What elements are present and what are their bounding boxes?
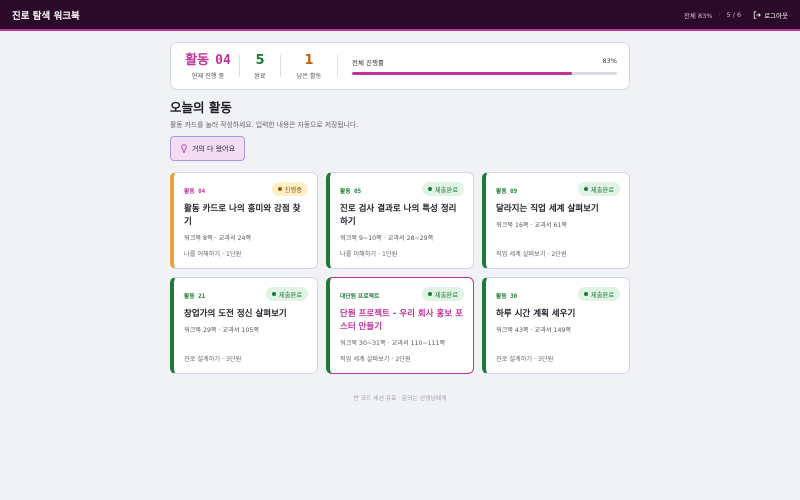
card-unit: 나를 이해하기 · 1단원 [340,251,398,258]
remaining-caption: 남은 활동 [296,72,322,80]
current-activity-caption: 현재 진행 중 [191,72,225,80]
activity-card[interactable]: 활동 09 제출완료 달라지는 직업 세계 살펴보기 워크북 16쪽 · 교과서… [482,172,630,269]
activity-card[interactable]: 활동 21 제출완료 창업가의 도전 정신 살펴보기 워크북 29쪽 · 교과서… [170,277,318,374]
status-badge-label: 진행중 [284,186,302,194]
card-unit: 진로 설계하기 · 3단원 [184,356,242,363]
divider [337,55,338,77]
progress-track [352,72,617,75]
progress-fill [352,72,572,75]
logout-label: 로그아웃 [764,11,788,20]
current-activity-stat: 활동 04 현재 진행 중 [183,53,233,80]
activity-card[interactable]: 활동 04 진행중 활동 카드로 나의 흥미와 강점 찾기 워크북 8쪽 · 교… [170,172,318,269]
card-meta: 워크북 16쪽 · 교과서 61쪽 [496,222,568,229]
status-dot-icon [271,292,276,296]
status-badge: 제출완료 [577,287,620,301]
card-meta: 워크북 29쪽 · 교과서 105쪽 [184,327,260,334]
logout-icon [753,10,761,19]
activity-card[interactable]: 활동 30 제출완료 하루 시간 계획 세우기 워크북 43쪽 · 교과서 14… [482,277,630,374]
progress-label: 전체 진행률 [352,59,384,67]
divider [280,55,281,77]
status-badge-label: 제출완료 [590,291,614,299]
current-activity-number: 04 [215,52,231,68]
card-meta: 워크북 9~10쪽 · 교과서 28~29쪽 [340,235,434,242]
card-meta: 워크북 43쪽 · 교과서 149쪽 [496,327,572,334]
card-unit: 나를 이해하기 · 1단원 [184,251,242,258]
status-dot-icon [583,187,588,191]
summary-panel: 활동 04 현재 진행 중 5 완료 1 남은 활동 전체 진행률 83% [170,42,630,90]
card-unit: 진로 설계하기 · 3단원 [496,356,554,363]
logout-button[interactable]: 로그아웃 [753,10,788,20]
almost-done-label: 거의 다 왔어요 [191,144,236,153]
status-badge: 제출완료 [421,182,464,196]
card-title: 창업가의 도전 정신 살펴보기 [184,309,287,319]
almost-done-button[interactable]: 거의 다 왔어요 [170,136,245,161]
divider [239,55,240,77]
app-title: 진로 탐색 워크북 [12,10,80,22]
page-subtext: 활동 카드를 눌러 작성하세요. 입력한 내용은 자동으로 저장됩니다. [170,121,359,129]
footer-note: 반 코드 세션 유효 · 문의는 선생님에게 [353,396,447,402]
card-meta: 워크북 8쪽 · 교과서 24쪽 [184,235,252,242]
status-badge: 제출완료 [265,287,308,301]
top-bar: 진로 탐색 워크북 전체 83% · 5 / 6 로그아웃 [0,0,800,31]
top-bar-status: 전체 83% · 5 / 6 로그아웃 [684,10,788,20]
overall-progress-text: 전체 83% [683,11,713,20]
status-badge-label: 제출완료 [590,186,614,194]
progress-percent: 83% [602,57,617,65]
card-title: 달라지는 직업 세계 살펴보기 [496,204,599,214]
remaining-count: 1 [304,52,314,68]
separator: · [718,10,721,19]
status-badge: 진행중 [271,182,308,196]
lightbulb-icon [181,144,187,153]
status-badge-label: 제출완료 [434,186,458,194]
card-title: 단원 프로젝트 - 우리 회사 홍보 포스터 만들기 [340,309,463,332]
status-badge: 제출완료 [421,287,464,301]
activity-count-text: 5 / 6 [726,10,742,19]
completed-caption: 완료 [254,72,266,80]
status-dot-icon [277,187,282,191]
status-badge: 제출완료 [577,182,620,196]
card-title: 진로 검사 결과로 나의 특성 정리하기 [340,204,457,227]
remaining-stat: 1 남은 활동 [287,53,331,80]
status-dot-icon [427,292,432,296]
card-title: 활동 카드로 나의 흥미와 강점 찾기 [184,204,301,227]
card-unit: 직업 세계 살펴보기 · 2단원 [496,251,567,258]
overall-progress: 전체 진행률 83% [352,57,617,75]
status-dot-icon [583,292,588,296]
status-dot-icon [427,187,432,191]
activity-card[interactable]: 활동 05 제출완료 진로 검사 결과로 나의 특성 정리하기 워크북 9~10… [326,172,474,269]
status-badge-label: 제출완료 [278,291,302,299]
card-title: 하루 시간 계획 세우기 [496,309,576,319]
current-activity-word: 활동 [185,52,210,68]
completed-stat: 5 완료 [246,53,274,80]
completed-count: 5 [255,52,265,68]
card-meta: 워크북 30~31쪽 · 교과서 110~111쪽 [340,340,446,347]
page-heading: 오늘의 활동 [170,100,232,115]
status-badge-label: 제출완료 [434,291,458,299]
card-unit: 직업 세계 살펴보기 · 2단원 [340,356,411,363]
project-card[interactable]: 대단원 프로젝트 제출완료 단원 프로젝트 - 우리 회사 홍보 포스터 만들기… [326,277,474,374]
